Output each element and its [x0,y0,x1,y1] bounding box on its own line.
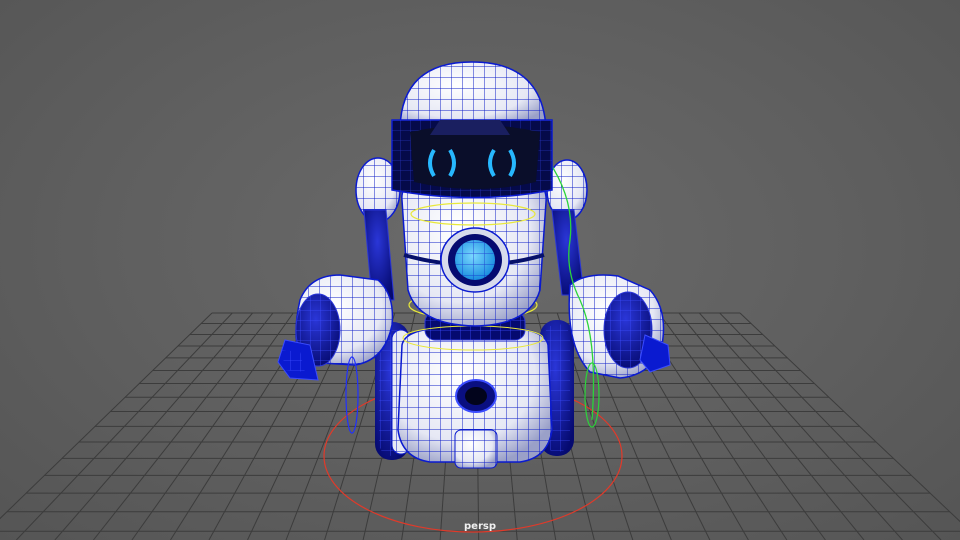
maya-perspective-viewport[interactable]: persp [0,0,960,540]
left-arm-control-curve[interactable] [345,356,359,434]
camera-name-label: persp [464,521,496,532]
scene-canvas[interactable] [0,0,960,540]
robot-base[interactable] [397,327,553,469]
chest-core-light[interactable] [440,227,510,293]
robot-head[interactable] [391,61,553,199]
